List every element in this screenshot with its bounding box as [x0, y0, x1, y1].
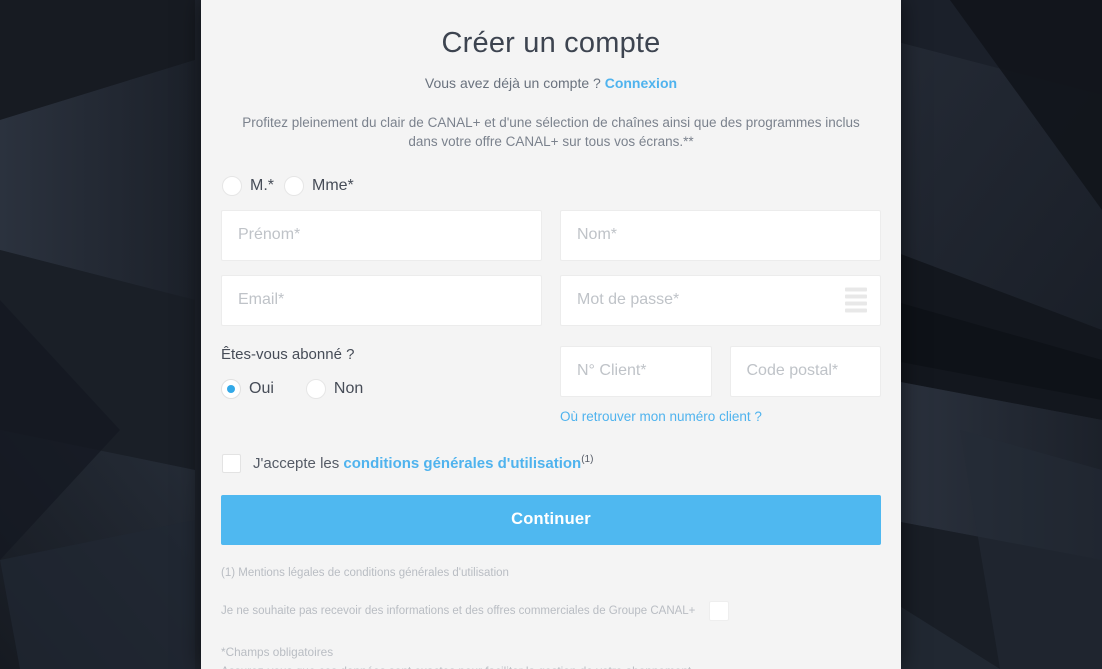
email-wrap	[221, 274, 542, 326]
email-input[interactable]	[221, 274, 542, 326]
legal-notes: *Champs obligatoires Assurez-vous que ce…	[221, 643, 881, 669]
client-number-wrap	[560, 345, 712, 397]
login-link[interactable]: Connexion	[605, 75, 677, 91]
postal-code-input[interactable]	[729, 345, 881, 397]
subscriber-radio-group: Oui Non	[221, 378, 542, 399]
subscriber-label-no: Non	[333, 379, 364, 397]
login-prompt-text: Vous avez déjà un compte ?	[424, 74, 601, 91]
terms-link[interactable]: conditions générales d'utilisation	[343, 455, 581, 472]
password-wrap	[560, 274, 881, 326]
subscriber-option-no[interactable]: Non	[305, 378, 389, 399]
password-col	[560, 274, 881, 326]
firstname-col	[221, 209, 542, 261]
continue-button[interactable]: Continuer	[221, 494, 881, 545]
civility-radio-group: M.* Mme*	[221, 175, 881, 196]
password-input[interactable]	[560, 274, 881, 326]
legal-footnote: (1) Mentions légales de conditions génér…	[221, 566, 509, 579]
login-prompt: Vous avez déjà un compte ? Connexion	[221, 75, 881, 91]
lastname-wrap	[560, 209, 881, 261]
client-number-input[interactable]	[560, 345, 712, 397]
find-client-number-link[interactable]: Où retrouver mon numéro client ?	[560, 409, 881, 424]
page-title: Créer un compte	[441, 27, 661, 59]
firstname-input[interactable]	[221, 209, 542, 261]
terms-prefix: J'accepte les	[253, 455, 340, 473]
radio-icon-mr[interactable]	[222, 175, 242, 196]
subscriber-question-col: Êtes-vous abonné ? Oui Non	[221, 346, 542, 424]
accuracy-note: Assurez-vous que ces données sont exacte…	[221, 662, 881, 669]
subscriber-block: Êtes-vous abonné ? Oui Non N° Client* Co…	[221, 345, 881, 424]
postal-code-wrap	[729, 345, 881, 397]
radio-icon-yes[interactable]	[221, 378, 241, 399]
name-row	[221, 209, 881, 261]
terms-text: J'accepte les conditions générales d'uti…	[253, 454, 593, 472]
marketing-optout-row: Je ne souhaite pas recevoir des informat…	[221, 600, 881, 621]
intro-paragraph: Profitez pleinement du clair de CANAL+ e…	[242, 114, 860, 150]
civility-option-mr[interactable]: M.*	[222, 175, 278, 196]
subscriber-label-yes: Oui	[249, 379, 274, 397]
subscriber-details-col: Où retrouver mon numéro client ?	[560, 345, 881, 424]
signup-card: Créer un compte Vous avez déjà un compte…	[201, 0, 901, 669]
lastname-col	[560, 209, 881, 261]
firstname-wrap	[221, 209, 542, 261]
client-row	[560, 345, 881, 397]
lastname-input[interactable]	[560, 209, 881, 261]
terms-footnote-marker: (1)	[581, 454, 594, 466]
terms-row: J'accepte les conditions générales d'uti…	[221, 453, 881, 473]
subscriber-question: Êtes-vous abonné ?	[221, 345, 355, 363]
terms-checkbox[interactable]	[222, 453, 241, 473]
radio-icon-no[interactable]	[305, 378, 326, 399]
civility-label-mr: M.*	[250, 176, 274, 194]
civility-option-mrs[interactable]: Mme*	[284, 175, 358, 196]
credentials-row	[221, 274, 881, 326]
email-col	[221, 274, 542, 326]
required-fields-note: *Champs obligatoires	[221, 644, 334, 659]
civility-label-mrs: Mme*	[312, 176, 354, 194]
marketing-optout-checkbox[interactable]	[709, 600, 730, 621]
subscriber-option-yes[interactable]: Oui	[221, 378, 300, 399]
page-root: Créer un compte Vous avez déjà un compte…	[0, 0, 1102, 669]
marketing-optout-label: Je ne souhaite pas recevoir des informat…	[221, 604, 696, 617]
radio-icon-mrs[interactable]	[284, 175, 304, 196]
